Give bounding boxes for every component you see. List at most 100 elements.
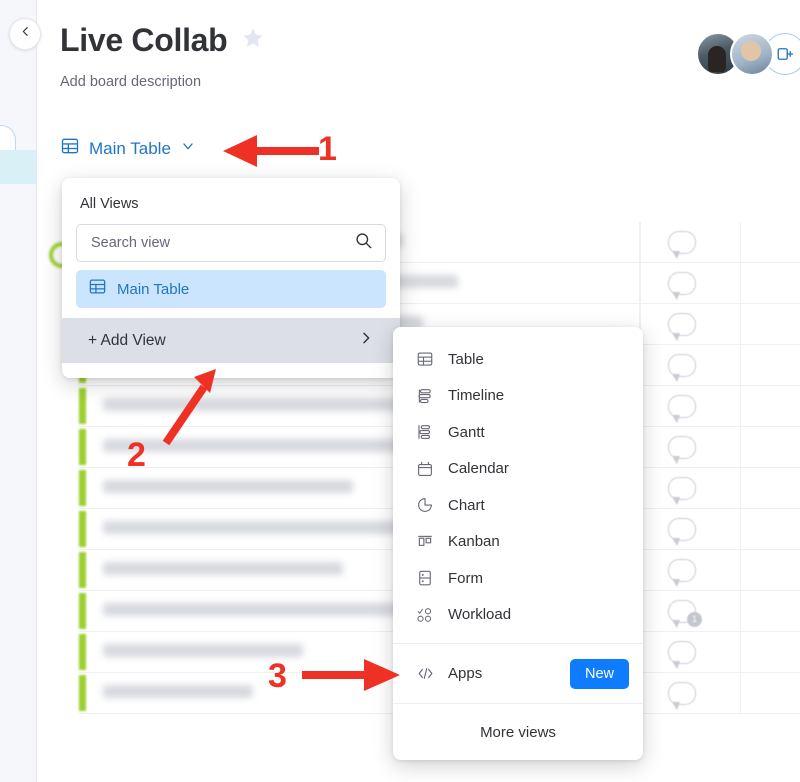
row-name-cell[interactable] [103,685,253,698]
row-name-cell[interactable] [103,603,433,616]
row-cells [639,222,800,262]
row-cells [639,304,800,344]
table-icon [415,349,435,369]
view-switcher-button[interactable]: Main Table [60,136,196,161]
comment-bubble-icon[interactable] [668,313,696,341]
board-description[interactable]: Add board description [60,74,800,90]
submenu-item-label: Form [448,569,483,587]
views-dropdown-panel: All Views Main Table + Add View [62,178,400,378]
comment-bubble-icon[interactable] [668,682,696,710]
cell-divider [640,222,641,262]
apps-row[interactable]: Apps New [393,643,643,703]
row-name-cell[interactable] [103,480,353,493]
page-title: Live Collab [60,22,228,58]
row-name-cell[interactable] [103,644,303,657]
row-group-accent [79,593,86,629]
comment-bubble-icon[interactable] [668,477,696,505]
cell-divider [640,263,641,303]
view-item-label: Main Table [117,280,190,298]
sidebar-active-indicator [0,150,36,184]
cell-divider [740,550,741,590]
submenu-item-gantt[interactable]: Gantt [393,414,643,451]
panel-bottom-padding [76,363,386,378]
star-icon[interactable] [241,26,265,55]
cell-divider [740,345,741,385]
row-cells [639,673,800,713]
row-cells: 1 [639,591,800,631]
cell-divider [740,263,741,303]
cell-divider [740,222,741,262]
more-views-button[interactable]: More views [393,703,643,760]
comment-bubble-icon[interactable] [668,518,696,546]
row-group-accent [79,388,86,424]
submenu-item-label: Timeline [448,387,505,405]
submenu-item-workload[interactable]: Workload [393,597,643,634]
kanban-icon [415,532,435,552]
add-view-label: + Add View [88,331,166,349]
search-input[interactable] [89,234,354,252]
row-name-cell[interactable] [103,521,433,534]
cell-divider [740,591,741,631]
apps-label: Apps [448,665,483,682]
apps-new-button[interactable]: New [569,658,629,689]
left-sidebar-rail [0,0,37,782]
row-cells [639,509,800,549]
comment-count-badge: 1 [687,612,702,627]
row-name-cell[interactable] [103,562,343,575]
row-cells [639,550,800,590]
cell-divider [740,632,741,672]
sidebar-collapse-button[interactable] [9,18,41,50]
chevron-down-icon[interactable] [180,138,196,159]
row-cells [639,263,800,303]
calendar-icon [415,459,435,479]
submenu-item-chart[interactable]: Chart [393,487,643,524]
submenu-item-label: Table [448,350,484,368]
submenu-item-calendar[interactable]: Calendar [393,451,643,488]
sidebar-item-main-table[interactable]: Main Table [76,270,386,308]
row-group-accent [79,634,86,670]
comment-bubble-icon[interactable]: 1 [668,600,702,628]
row-group-accent [79,429,86,465]
add-view-submenu: Table Timeline Gantt Calendar Chart Kanb… [393,327,643,760]
submenu-item-table[interactable]: Table [393,341,643,378]
annotation-number-2: 2 [127,436,146,474]
submenu-item-kanban[interactable]: Kanban [393,524,643,561]
view-switcher-label: Main Table [89,138,171,158]
cell-divider [740,673,741,713]
submenu-item-label: Calendar [448,460,509,478]
comment-bubble-icon[interactable] [668,559,696,587]
table-view-icon [88,277,107,301]
chevron-right-icon [358,330,374,351]
cell-divider [740,304,741,344]
row-cells [639,427,800,467]
avatar[interactable] [730,32,774,76]
row-group-accent [79,675,86,711]
comment-bubble-icon[interactable] [668,272,696,300]
search-icon[interactable] [354,231,373,255]
submenu-item-timeline[interactable]: Timeline [393,378,643,415]
annotation-arrow-1 [223,135,319,167]
workload-icon [415,605,435,625]
row-cells [639,386,800,426]
row-cells [639,632,800,672]
code-brackets-icon [415,664,435,684]
row-cells [639,345,800,385]
chevron-left-icon [19,25,32,43]
comment-bubble-icon[interactable] [668,436,696,464]
gantt-icon [415,422,435,442]
search-view-field[interactable] [76,224,386,262]
submenu-item-form[interactable]: Form [393,560,643,597]
timeline-icon [415,386,435,406]
annotation-number-1: 1 [318,130,337,168]
board-members [696,32,800,76]
comment-bubble-icon[interactable] [668,395,696,423]
comment-bubble-icon[interactable] [668,641,696,669]
row-cells [639,468,800,508]
comment-bubble-icon[interactable] [668,231,696,259]
add-view-button[interactable]: + Add View [62,318,400,363]
row-group-accent [79,470,86,506]
form-icon [415,568,435,588]
comment-bubble-icon[interactable] [668,354,696,382]
annotation-arrow-3 [302,659,400,691]
submenu-item-label: Chart [448,496,485,514]
